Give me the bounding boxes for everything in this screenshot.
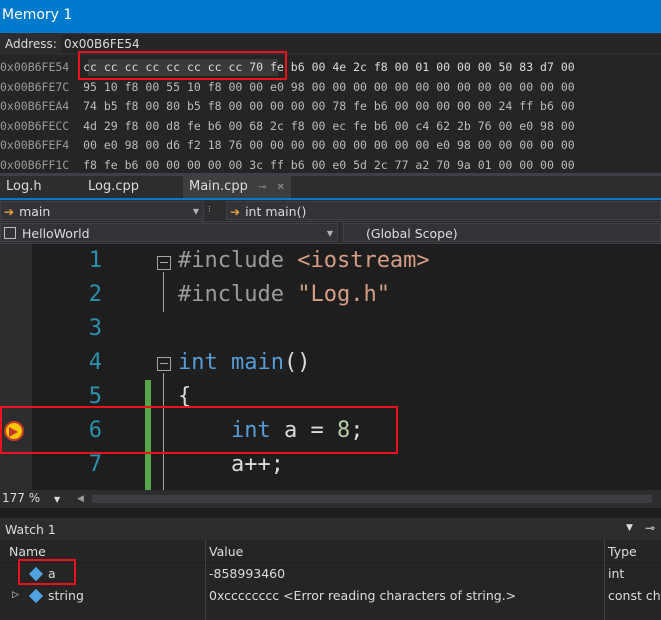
horizontal-scrollbar[interactable] (92, 495, 652, 503)
memory-bytes: f8 fe b6 00 00 00 00 00 3c ff b6 00 e0 5… (76, 157, 575, 172)
code-line[interactable]: #include <iostream> (178, 248, 430, 273)
memory-bytes: 74 b5 f8 00 80 b5 f8 00 00 00 00 00 78 f… (76, 99, 575, 113)
memory-window-title: Memory 1 (0, 0, 661, 33)
watch-window-title: Watch 1 ▼ ⊸ (0, 518, 661, 540)
expand-icon[interactable]: ▷ (12, 590, 19, 600)
line-number: 3 (88, 316, 102, 341)
memory-address: 0x00B6FECC (0, 118, 77, 133)
column-divider[interactable] (604, 540, 605, 620)
highlight-box (78, 51, 287, 80)
code-token: a++; (178, 452, 284, 477)
memory-address: 0x00B6FE7C (0, 79, 77, 94)
zoom-level: 177 % (2, 491, 41, 505)
function-dropdown[interactable]: ➔ int main() (226, 201, 661, 220)
code-line[interactable]: int main() (178, 350, 310, 375)
memory-bytes: 00 e0 98 00 d6 f2 18 76 00 00 00 00 00 0… (76, 138, 575, 152)
memory-address: 0x00B6FE54 (0, 60, 77, 74)
pin-icon[interactable]: ⊸ (258, 182, 266, 193)
fold-line (163, 272, 164, 312)
address-label: Address: (5, 37, 57, 51)
watch-row[interactable]: a -858993460 int (0, 563, 661, 585)
member-dropdown[interactable]: ➔ main ▼ (0, 201, 204, 220)
watch-window-title-text: Watch 1 (5, 522, 56, 537)
line-number: 4 (88, 350, 102, 375)
pin-icon[interactable]: ⊸ (645, 521, 655, 535)
document-tabs: Log.h Log.cpp Main.cpp ⊸ ✕ (0, 176, 661, 200)
column-divider[interactable] (205, 540, 206, 620)
column-header-type[interactable]: Type (608, 544, 637, 559)
line-number: 1 (88, 248, 102, 273)
code-token: <iostream> (297, 248, 430, 273)
watch-type: int (608, 566, 625, 581)
chevron-down-icon: ▼ (53, 495, 61, 504)
member-dropdown-value: main (19, 204, 51, 219)
function-dropdown-value: int main() (245, 204, 307, 219)
memory-address: 0x00B6FF1C (0, 157, 77, 172)
memory-bytes: 4d 29 f8 00 d8 fe b6 00 68 2c f8 00 ec f… (76, 118, 575, 133)
line-number: 2 (88, 282, 102, 307)
arrow-right-icon: ➔ (4, 205, 15, 219)
column-header-value[interactable]: Value (209, 544, 243, 559)
splitter[interactable] (0, 508, 661, 518)
split-icon[interactable]: ⁝ (208, 201, 222, 220)
code-token: "Log.h" (297, 282, 390, 307)
project-dropdown-value: HelloWorld (22, 226, 90, 241)
code-token: int (178, 350, 218, 375)
highlight-box (0, 406, 398, 454)
arrow-right-icon: ➔ (230, 205, 241, 219)
project-navigation-bar: HelloWorld ▼ (Global Scope) (0, 222, 661, 244)
chevron-down-icon: ▼ (192, 207, 199, 216)
project-dropdown[interactable]: HelloWorld ▼ (0, 223, 338, 242)
watch-type: const ch (608, 588, 661, 603)
column-header-name[interactable]: Name (9, 544, 46, 559)
watch-row[interactable]: ▷ string 0xcccccccc <Error reading chara… (0, 585, 661, 620)
watch-header: Name Value Type (0, 540, 661, 562)
code-line[interactable]: a++; (178, 452, 284, 477)
collapse-icon[interactable] (157, 357, 171, 371)
code-token: () (283, 350, 311, 375)
tab-main-cpp[interactable]: Main.cpp ⊸ ✕ (183, 176, 291, 198)
chevron-down-icon: ▼ (326, 229, 333, 238)
line-number: 7 (88, 452, 102, 477)
tab-log-h[interactable]: Log.h (0, 176, 48, 198)
scope-dropdown[interactable]: (Global Scope) (343, 223, 661, 242)
scope-dropdown-value: (Global Scope) (366, 226, 458, 241)
memory-row[interactable]: 0x00B6FF1C f8 fe b6 00 00 00 00 00 3c ff… (0, 154, 575, 174)
code-token: #include (178, 248, 298, 273)
close-icon[interactable]: ✕ (277, 182, 285, 193)
tab-label: Log.h (6, 179, 42, 194)
memory-address: 0x00B6FEF4 (0, 138, 77, 152)
memory-window-title-text: Memory 1 (2, 7, 73, 23)
code-line[interactable]: #include "Log.h" (178, 282, 390, 307)
highlight-box (18, 559, 76, 585)
tab-log-cpp[interactable]: Log.cpp (82, 176, 145, 198)
editor-status-bar: 177 % ▼ ◀ (0, 490, 661, 508)
tab-label: Main.cpp (189, 179, 248, 194)
memory-address: 0x00B6FEA4 (0, 99, 77, 113)
code-token: main (231, 350, 284, 375)
collapse-icon[interactable] (157, 256, 171, 270)
watch-value: 0xcccccccc <Error reading characters of … (209, 588, 517, 603)
watch-value: -858993460 (209, 566, 286, 581)
zoom-dropdown[interactable]: 177 % ▼ (2, 491, 60, 505)
tab-label: Log.cpp (88, 179, 140, 194)
chevron-down-icon[interactable]: ▼ (626, 523, 633, 533)
memory-bytes: 95 10 f8 00 55 10 f8 00 00 e0 98 00 00 0… (76, 79, 575, 94)
variable-icon (28, 588, 44, 604)
project-icon (4, 227, 16, 239)
watch-name: string (48, 588, 84, 603)
member-navigation-bar: ➔ main ▼ ⁝ ➔ int main() (0, 200, 661, 222)
code-token: #include (178, 282, 298, 307)
scroll-left-icon[interactable]: ◀ (77, 494, 84, 504)
